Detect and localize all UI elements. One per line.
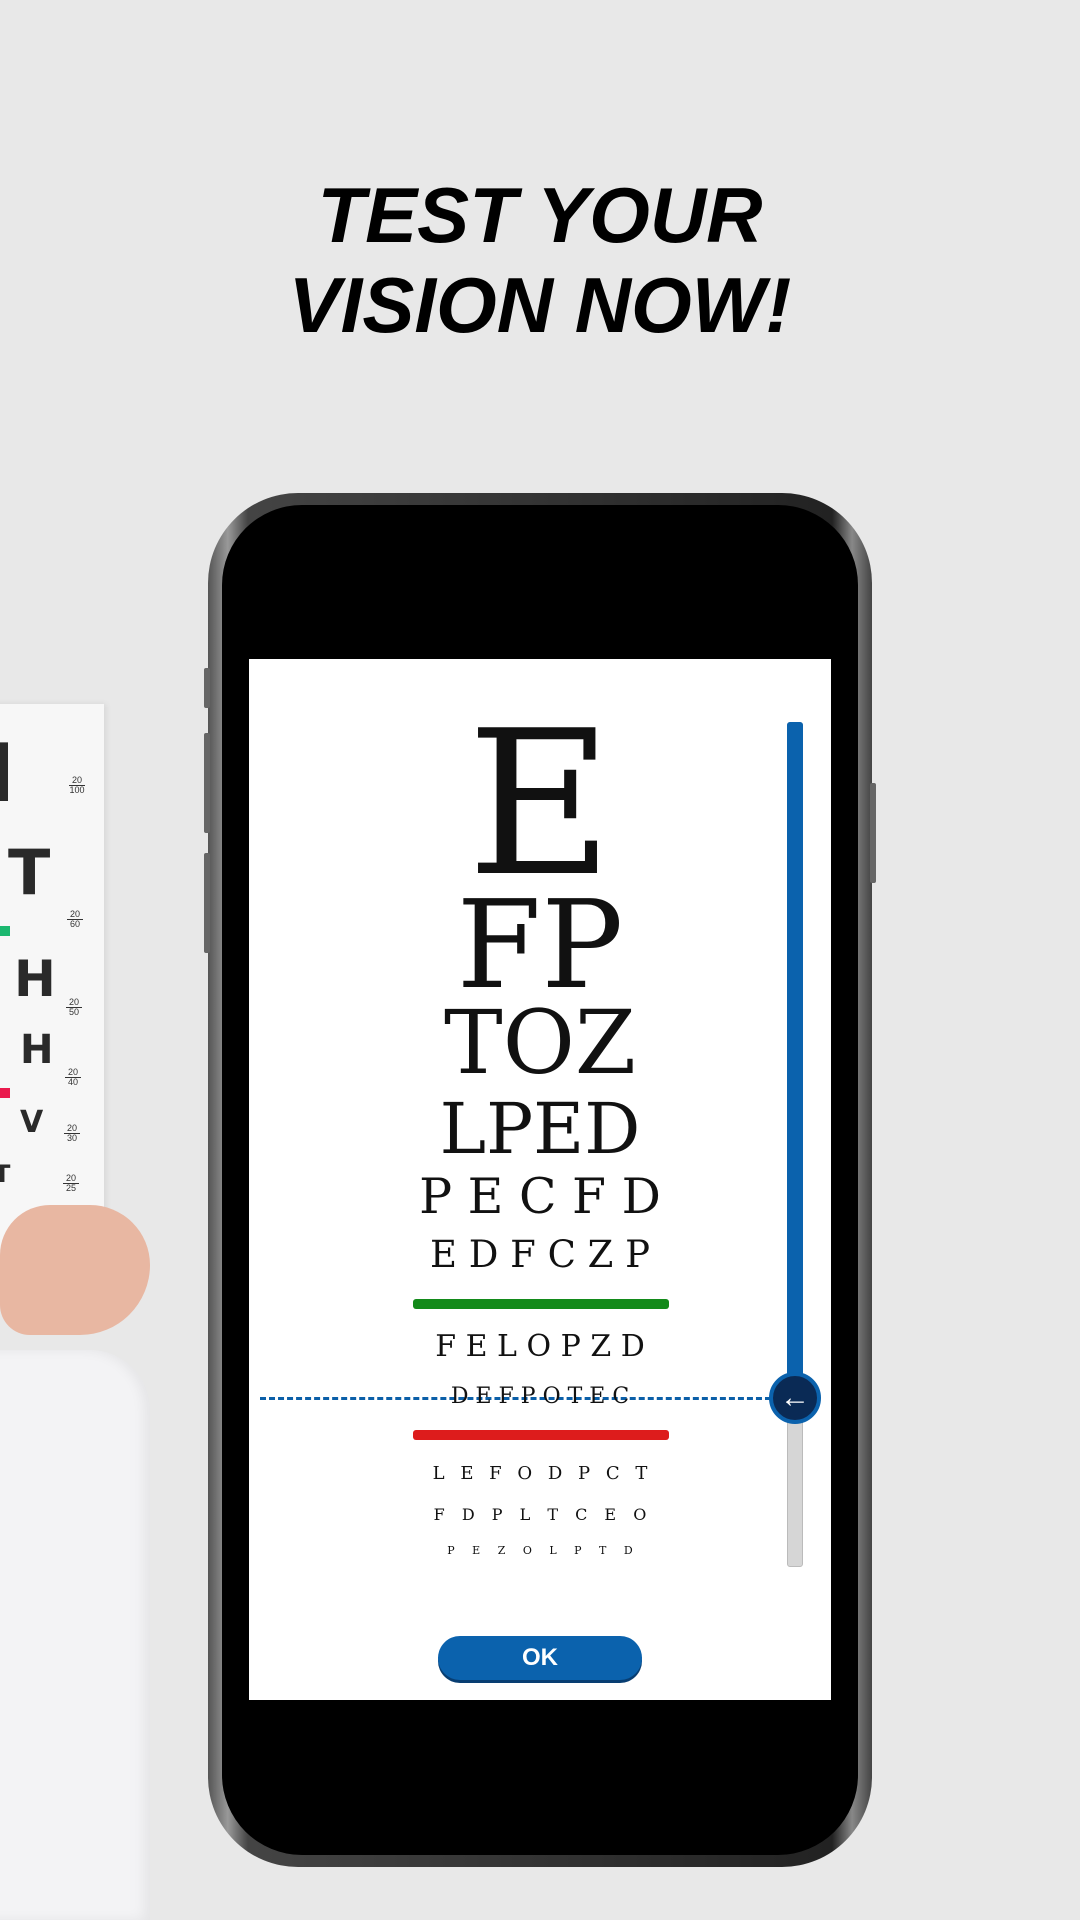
acuity-slider-fill xyxy=(787,722,803,1398)
acuity-label: 20 40 xyxy=(65,1068,81,1087)
chart-row: E D F C Z P xyxy=(429,1233,651,1276)
chart-row-selected: D E F P O T E C xyxy=(450,1384,630,1409)
pass-line xyxy=(413,1299,669,1309)
headline: TEST YOUR VISION NOW! xyxy=(0,170,1080,350)
acuity-slider-thumb[interactable]: ← xyxy=(769,1372,821,1424)
acuity-label: 20 60 xyxy=(67,910,83,929)
chart-letter: V xyxy=(20,1105,44,1140)
chart-letter: T xyxy=(8,836,51,909)
headline-line1: TEST YOUR xyxy=(317,171,763,259)
app-screen: E FP TOZ LPED P E C F D E D F C Z P F E … xyxy=(249,659,831,1700)
headline-line2: VISION NOW! xyxy=(288,261,792,349)
chart-row: P E Z O L P T D xyxy=(447,1544,633,1557)
chart-row: TOZ xyxy=(444,991,636,1094)
acuity-label: 20 25 xyxy=(63,1174,79,1193)
chart-row: F D P L T C E O xyxy=(433,1505,647,1524)
fail-line xyxy=(413,1430,669,1440)
chart-row: LPED xyxy=(439,1088,641,1170)
arrow-left-icon: ← xyxy=(780,1381,810,1414)
chart-row: L E F O D P C T xyxy=(432,1463,648,1484)
chart-letter: H xyxy=(14,950,56,1008)
chart-letter: H xyxy=(20,1027,54,1073)
chart-row: F E L O P Z D xyxy=(435,1329,645,1364)
lab-coat-image xyxy=(0,1350,150,1920)
background-eye-chart: I T H H V T 20100 2060 2050 2040 2030 20… xyxy=(0,704,104,1274)
chart-row: P E C F D xyxy=(419,1168,661,1225)
acuity-label: 20 100 xyxy=(69,775,85,795)
chart-letter: T xyxy=(0,1160,11,1188)
chart-row: FP xyxy=(456,874,624,1016)
acuity-label: 20 30 xyxy=(64,1124,80,1143)
ok-button[interactable]: OK xyxy=(438,1636,642,1680)
acuity-label: 20 50 xyxy=(66,998,82,1017)
hand-image xyxy=(0,1205,150,1335)
